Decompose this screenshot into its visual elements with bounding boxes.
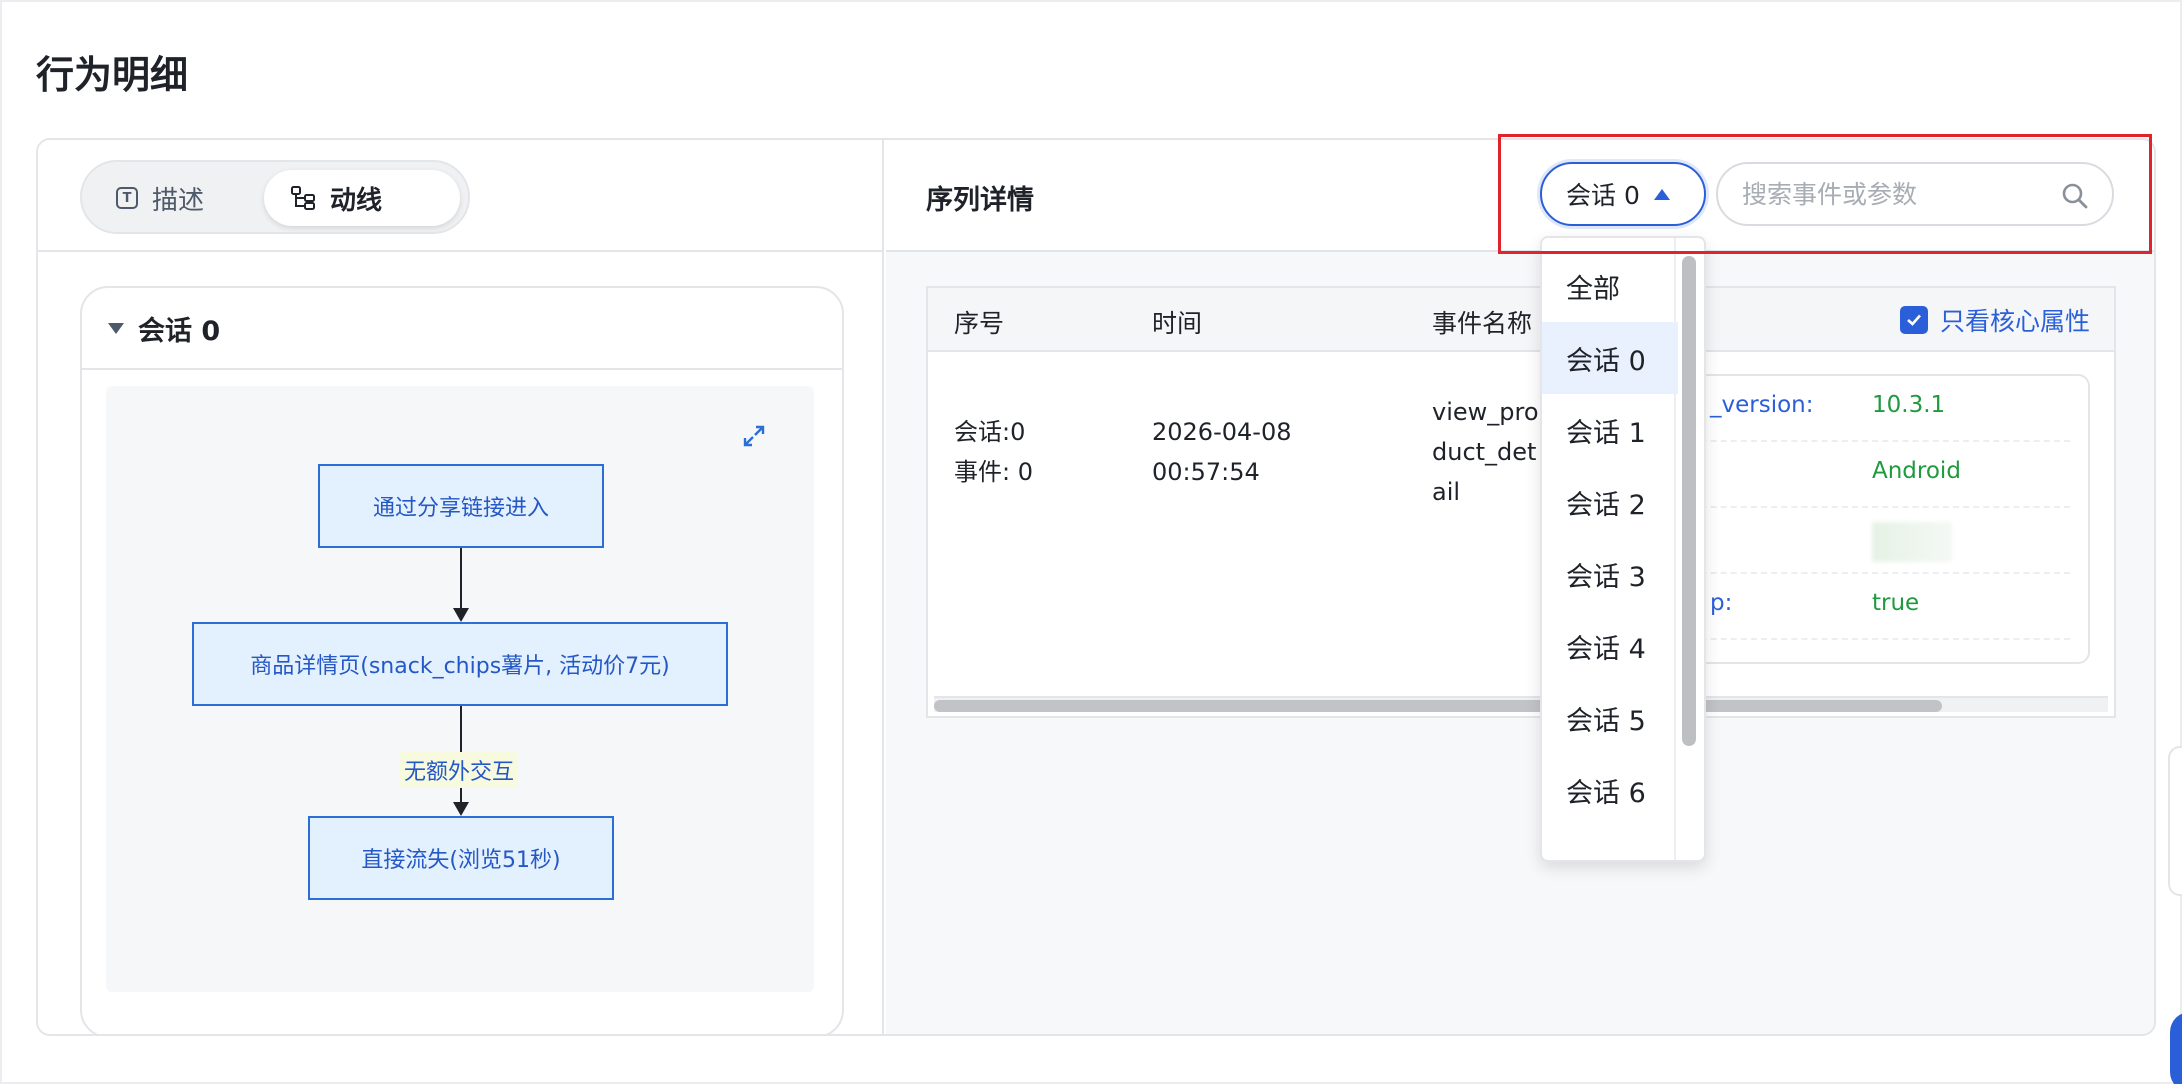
tab-description-label: 描述 [152,185,205,216]
cell-event-line: duct_det [1432,438,1537,466]
flow-node-product-detail[interactable]: 商品详情页(snack_chips薯片, 活动价7元) [192,622,728,706]
tab-flow[interactable]: 动线 [264,170,460,226]
flow-node-entry[interactable]: 通过分享链接进入 [318,464,604,548]
dropdown-option-session-1[interactable]: 会话 1 [1542,394,1678,466]
flow-icon [291,186,315,210]
dropdown-option-session-3[interactable]: 会话 3 [1542,538,1678,610]
search-icon[interactable] [2060,181,2090,211]
tab-description[interactable]: T 描述 [90,170,260,226]
event-table: 序号 时间 事件名称 详情 只看核心属性 会话:0 事件: 0 2026-04-… [926,286,2116,718]
view-mode-segmented: T 描述 动线 [80,160,470,234]
detail-value: Android [1872,458,1961,484]
detail-row [1650,508,2070,574]
column-header-time: 时间 [1152,309,1203,338]
left-pane-header: T 描述 动线 [38,140,882,252]
cell-event-line: view_pro [1432,398,1539,426]
column-header-event: 事件名称 [1432,309,1533,338]
caret-up-icon [1653,188,1670,200]
flow-node-exit[interactable]: 直接流失(浏览51秒) [308,816,614,900]
detail-key: p: [1710,590,1733,616]
cell-time: 2026-04-08 00:57:54 [1152,412,1291,492]
dropdown-option-all[interactable]: 全部 [1542,250,1678,322]
sequence-detail-title: 序列详情 [926,185,1034,216]
horizontal-scrollbar[interactable] [934,696,2108,712]
search-field[interactable] [1716,162,2114,226]
dropdown-option-session-6[interactable]: 会话 6 [1542,754,1678,826]
scrollbar-thumb[interactable] [934,700,1942,712]
cell-seq-session: 会话:0 [954,418,1026,446]
session-select[interactable]: 会话 0 [1540,162,1706,226]
session-select-value: 会话 0 [1566,181,1640,210]
cell-time-date: 2026-04-08 [1152,418,1292,446]
side-drawer-tab[interactable] [2168,746,2182,896]
arrow-down-icon [453,608,469,622]
left-pane: T 描述 动线 会话 0 通过分享链接进入 商品详情页(snack_chips薯… [38,140,884,1034]
search-input[interactable] [1742,179,2042,209]
detail-value: true [1872,590,1920,616]
session-flow-card: 会话 0 通过分享链接进入 商品详情页(snack_chips薯片, 活动价7元… [80,286,844,1034]
tab-flow-label: 动线 [330,185,383,216]
detail-key: _version: [1710,392,1814,418]
text-icon: T [116,187,138,209]
core-attributes-toggle[interactable]: 只看核心属性 [1899,302,2090,338]
caret-down-icon [108,322,124,334]
detail-row: Android [1650,442,2070,508]
page-title: 行为明细 [36,53,189,97]
cell-time-clock: 00:57:54 [1152,458,1260,486]
flow-edge-1 [460,548,462,608]
cell-seq: 会话:0 事件: 0 [954,412,1033,492]
detail-row: p: true [1650,574,2070,640]
flow-edge-label: 无额外交互 [400,752,519,788]
detail-value: 10.3.1 [1872,392,1946,418]
cell-event-line: ail [1432,478,1461,506]
assistant-bubble[interactable] [2170,1012,2182,1084]
event-detail-card: _version: 10.3.1 Android p: true [1648,374,2090,664]
dropdown-option-session-0[interactable]: 会话 0 [1542,322,1678,394]
dropdown-option-session-2[interactable]: 会话 2 [1542,466,1678,538]
column-header-seq: 序号 [954,309,1005,338]
cell-seq-event: 事件: 0 [954,458,1033,486]
dropdown-option-session-4[interactable]: 会话 4 [1542,610,1678,682]
session-title: 会话 0 [138,315,221,347]
right-pane: 序列详情 序号 时间 事件名称 详情 只看核心属性 会话:0 事件: 0 [886,140,2154,1034]
table-header: 序号 时间 事件名称 详情 只看核心属性 [928,288,2114,352]
arrow-down-icon [453,802,469,816]
flow-diagram: 通过分享链接进入 商品详情页(snack_chips薯片, 活动价7元) 无额外… [106,386,814,992]
detail-row: _version: 10.3.1 [1650,376,2070,442]
behavior-detail-card: T 描述 动线 会话 0 通过分享链接进入 商品详情页(snack_chips薯… [36,138,2156,1036]
checkbox-checked-icon[interactable] [1899,306,1928,334]
blurred-value [1872,522,1952,562]
session-dropdown-menu: 全部 会话 0 会话 1 会话 2 会话 3 会话 4 会话 5 会话 6 [1540,236,1706,862]
session-collapse-header[interactable]: 会话 0 [82,288,842,370]
dropdown-scrollbar-thumb[interactable] [1682,256,1696,746]
core-attributes-label: 只看核心属性 [1939,307,2090,336]
dropdown-option-session-5[interactable]: 会话 5 [1542,682,1678,754]
cell-event: view_pro duct_det ail [1432,392,1539,512]
expand-icon[interactable] [742,424,766,448]
